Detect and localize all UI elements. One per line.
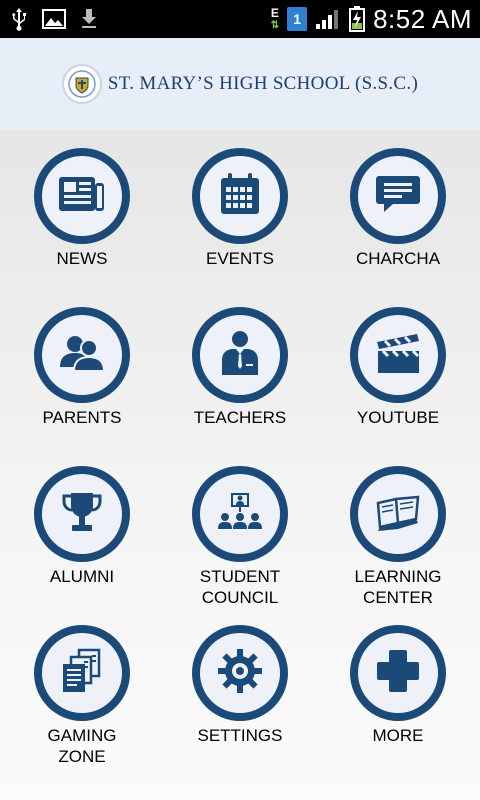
menu-tile-news[interactable]: NEWS (3, 148, 161, 269)
council-icon (216, 492, 264, 537)
newspaper-icon (57, 173, 107, 220)
chat-icon (375, 173, 421, 220)
menu-tile-youtube[interactable]: YOUTUBE (319, 307, 477, 428)
book-icon (374, 493, 422, 536)
menu-label: YOUTUBE (356, 408, 440, 427)
calendar-icon (218, 172, 262, 221)
menu-tile-more[interactable]: MORE (319, 625, 477, 746)
system-icons: E ⇅ 1 8:52 AM (271, 0, 472, 38)
menu-tile-parents[interactable]: PARENTS (3, 307, 161, 428)
menu-tile-gaming-zone[interactable]: GAMING ZONE (3, 625, 161, 767)
data-arrows-icon: E ⇅ (270, 5, 280, 31)
menu-icon-circle (192, 466, 288, 562)
sim-icon: 1 (287, 7, 308, 31)
gear-icon (217, 648, 263, 699)
menu-grid: NEWS EVENTS CHARCHA PARENTS TEACHERS YOU… (0, 130, 480, 800)
menu-icon-circle (34, 307, 130, 403)
battery-charging-icon (349, 6, 366, 32)
menu-tile-student-council[interactable]: STUDENT COUNCIL (161, 466, 319, 608)
image-icon (42, 9, 66, 29)
menu-icon-circle (34, 466, 130, 562)
menu-icon-circle (350, 625, 446, 721)
menu-tile-settings[interactable]: SETTINGS (161, 625, 319, 746)
status-bar: E ⇅ 1 8:52 AM (0, 0, 480, 38)
school-crest-icon (61, 64, 102, 104)
menu-label: ALUMNI (49, 567, 115, 586)
menu-icon-circle (192, 148, 288, 244)
menu-label: STUDENT COUNCIL (199, 567, 281, 607)
plus-icon (374, 647, 422, 700)
menu-icon-circle (34, 625, 130, 721)
menu-label: PARENTS (42, 408, 122, 427)
app-header: ST. MARY’S HIGH SCHOOL (S.S.C.) (0, 38, 480, 130)
menu-tile-alumni[interactable]: ALUMNI (3, 466, 161, 587)
network-type: E (270, 5, 279, 20)
people-icon (58, 333, 106, 378)
menu-label: GAMING ZONE (47, 726, 117, 766)
menu-icon-circle (350, 466, 446, 562)
menu-label: NEWS (56, 249, 108, 268)
menu-tile-learning-center[interactable]: LEARNING CENTER (319, 466, 477, 608)
menu-tile-events[interactable]: EVENTS (161, 148, 319, 269)
signal-icon (315, 8, 341, 30)
notification-icons (10, 4, 98, 34)
menu-tile-charcha[interactable]: CHARCHA (319, 148, 477, 269)
menu-icon-circle (350, 307, 446, 403)
teacher-icon (220, 330, 260, 381)
download-icon (80, 8, 98, 30)
school-name: ST. MARY’S HIGH SCHOOL (S.S.C.) (107, 73, 419, 94)
menu-icon-circle (192, 307, 288, 403)
usb-icon (10, 7, 28, 31)
menu-label: TEACHERS (193, 408, 287, 427)
documents-icon (59, 648, 105, 699)
clapperboard-icon (375, 332, 421, 379)
menu-label: EVENTS (205, 249, 275, 268)
menu-label: CHARCHA (355, 249, 441, 268)
menu-label: LEARNING CENTER (354, 567, 442, 607)
menu-icon-circle (350, 148, 446, 244)
menu-icon-circle (34, 148, 130, 244)
trophy-icon (60, 490, 104, 539)
menu-icon-circle (192, 625, 288, 721)
menu-tile-teachers[interactable]: TEACHERS (161, 307, 319, 428)
clock: 8:52 AM (373, 3, 472, 34)
menu-label: SETTINGS (197, 726, 283, 745)
menu-label: MORE (372, 726, 424, 745)
